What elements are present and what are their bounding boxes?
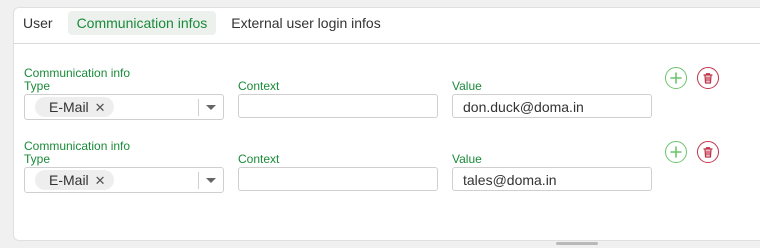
type-select[interactable]: E-Mail ✕ <box>24 167 224 193</box>
type-chip: E-Mail ✕ <box>35 170 114 190</box>
value-input[interactable]: don.duck@doma.in <box>452 94 652 118</box>
select-divider <box>198 172 199 189</box>
context-label: Context <box>238 79 280 93</box>
delete-row-button[interactable] <box>697 67 719 89</box>
tab-bar: User Communication infos External user l… <box>14 11 390 37</box>
value-label: Value <box>452 79 482 93</box>
trash-icon <box>703 73 713 84</box>
tab-external-user-login-infos[interactable]: External user login infos <box>222 11 389 35</box>
add-row-button[interactable] <box>665 67 687 89</box>
chevron-down-icon[interactable] <box>206 105 216 110</box>
value-label: Value <box>452 152 482 166</box>
type-chip-label: E-Mail <box>49 172 89 188</box>
value-input[interactable]: tales@doma.in <box>452 167 652 191</box>
chevron-down-icon[interactable] <box>206 178 216 183</box>
delete-row-button[interactable] <box>697 141 719 163</box>
tab-user[interactable]: User <box>14 11 62 35</box>
context-label: Context <box>238 152 280 166</box>
type-chip: E-Mail ✕ <box>35 97 114 117</box>
add-row-button[interactable] <box>665 141 687 163</box>
trash-icon <box>703 147 713 158</box>
type-chip-label: E-Mail <box>49 99 89 115</box>
horizontal-scrollbar[interactable] <box>556 242 598 245</box>
context-input[interactable] <box>238 167 438 191</box>
tab-divider <box>13 43 760 44</box>
close-icon[interactable]: ✕ <box>95 100 106 115</box>
plus-icon <box>670 72 682 84</box>
type-label-line2: Type <box>24 152 51 166</box>
type-label-line2: Type <box>24 79 51 93</box>
plus-icon <box>670 146 682 158</box>
type-select[interactable]: E-Mail ✕ <box>24 94 224 120</box>
close-icon[interactable]: ✕ <box>95 173 106 188</box>
context-input[interactable] <box>238 94 438 118</box>
select-divider <box>198 99 199 116</box>
tab-communication-infos[interactable]: Communication infos <box>67 11 217 35</box>
